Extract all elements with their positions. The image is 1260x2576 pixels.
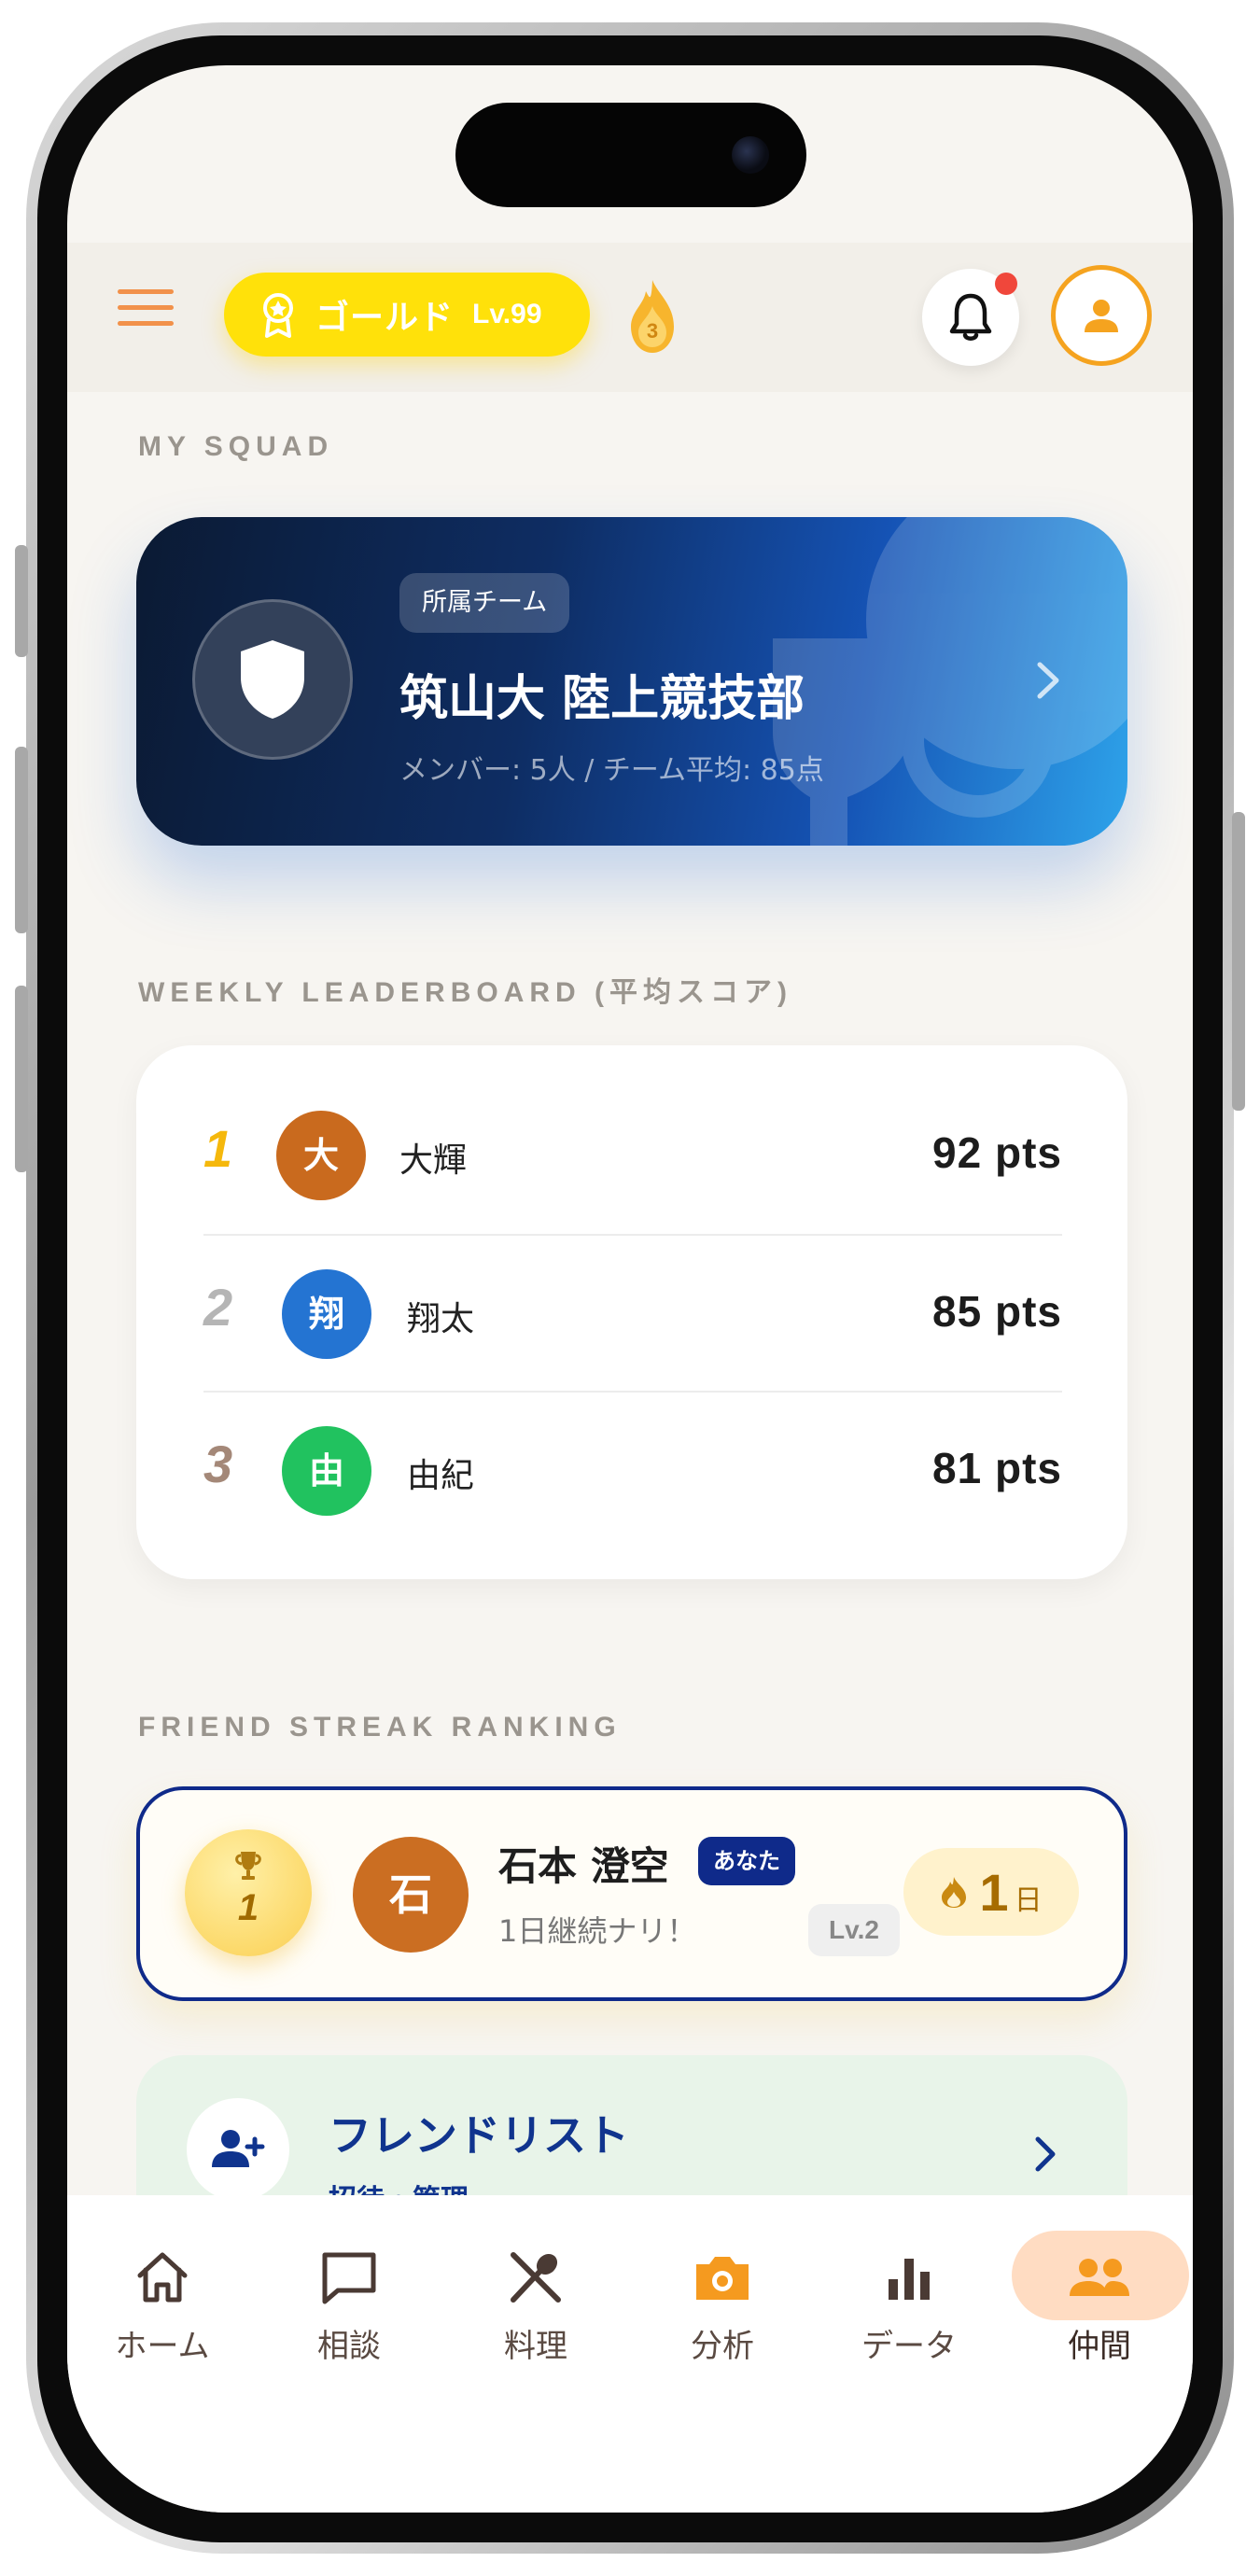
- avatar: 石: [353, 1837, 469, 1953]
- streak-rank: 1: [237, 1887, 259, 1928]
- user-name: 石本 澄空: [498, 1843, 669, 1889]
- streak-section-label: FRIEND STREAK RANKING: [138, 1712, 622, 1743]
- profile-button[interactable]: [1051, 265, 1152, 366]
- leaderboard-rank: 1: [203, 1119, 233, 1178]
- notification-button[interactable]: [922, 269, 1019, 366]
- camera-icon: [696, 2257, 749, 2300]
- notification-dot: [995, 273, 1017, 295]
- nav-item-home[interactable]: ホーム: [78, 2249, 246, 2399]
- rank-level: Lv.99: [472, 299, 542, 329]
- streak-unit: 日: [1014, 1884, 1043, 1917]
- nav-item-analysis[interactable]: 分析: [638, 2249, 806, 2399]
- leaderboard-card: 1 大 大輝 92 pts 2 翔 翔太 85 pts 3 由 由紀 81 pt…: [136, 1045, 1127, 1579]
- leaderboard-row[interactable]: 2 翔 翔太 85 pts: [203, 1234, 1062, 1391]
- nav-label: ホーム: [115, 2328, 210, 2365]
- bottom-nav: ホーム 相談 料理 分析 データ 仲間: [67, 2195, 1193, 2513]
- chat-icon: [322, 2252, 376, 2304]
- menu-icon[interactable]: [118, 289, 174, 330]
- power-button: [1232, 812, 1245, 1111]
- leaderboard-section-label: WEEKLY LEADERBOARD (平均スコア): [138, 977, 793, 1008]
- leaderboard-rank: 2: [203, 1278, 233, 1337]
- volume-down-button: [15, 986, 28, 1172]
- front-camera: [732, 136, 769, 174]
- avatar: 由: [282, 1426, 371, 1516]
- flame-icon: [942, 1877, 967, 1908]
- leaderboard-name: 翔太: [407, 1300, 475, 1338]
- action-button: [15, 545, 28, 657]
- app-header: ゴールド Lv.99 3: [67, 243, 1193, 392]
- leaderboard-rank: 3: [203, 1435, 233, 1493]
- nav-label: 仲間: [1068, 2328, 1131, 2365]
- streak-count: 3: [646, 319, 659, 343]
- nav-item-consult[interactable]: 相談: [265, 2249, 433, 2399]
- shield-icon: [241, 640, 304, 719]
- leaderboard-name: 由紀: [407, 1457, 475, 1495]
- rank-name: ゴールド: [315, 298, 455, 336]
- nav-label: 相談: [317, 2328, 381, 2365]
- people-icon: [1070, 2259, 1129, 2296]
- squad-card[interactable]: 所属チーム 筑山大 陸上競技部 メンバー: 5人 / チーム平均: 85点: [136, 517, 1127, 846]
- utensils-icon: [511, 2252, 561, 2303]
- streak-card[interactable]: 1 石 石本 澄空 あなた 1日継続ナリ！ Lv.2 1 日: [136, 1786, 1127, 2001]
- level-badge: Lv.2: [808, 1904, 900, 1956]
- team-emblem: [192, 599, 353, 760]
- bar-chart-icon: [889, 2259, 930, 2300]
- nav-label: 料理: [504, 2328, 567, 2365]
- app-screen: ゴールド Lv.99 3 MY SQUAD 所属チーム 筑山大 陸上競技部 メン…: [67, 65, 1193, 2513]
- team-name: 筑山大 陸上競技部: [399, 671, 805, 727]
- team-meta: メンバー: 5人 / チーム平均: 85点: [399, 754, 824, 787]
- streak-days-pill: 1 日: [903, 1848, 1079, 1936]
- leaderboard-score: 85 pts: [932, 1287, 1062, 1336]
- you-badge: あなた: [698, 1837, 795, 1885]
- friend-list-title: フレンドリスト: [329, 2110, 629, 2161]
- user-icon: [1085, 300, 1118, 332]
- leaderboard-score: 81 pts: [932, 1444, 1062, 1492]
- leaderboard-name: 大輝: [399, 1141, 468, 1180]
- nav-item-data[interactable]: データ: [825, 2249, 993, 2399]
- avatar: 翔: [282, 1269, 371, 1359]
- nav-label: データ: [861, 2328, 957, 2365]
- nav-item-cooking[interactable]: 料理: [452, 2249, 620, 2399]
- rank-trophy-badge: 1: [185, 1829, 312, 1956]
- nav-item-friends[interactable]: 仲間: [1015, 2249, 1183, 2399]
- chevron-right-icon: [1037, 662, 1059, 699]
- home-icon: [137, 2252, 188, 2303]
- chevron-right-icon: [1035, 2136, 1056, 2172]
- streak-subtitle: 1日継続ナリ！: [498, 1913, 697, 1949]
- medal-icon: [263, 293, 293, 338]
- squad-section-label: MY SQUAD: [138, 431, 334, 462]
- leaderboard-row[interactable]: 3 由 由紀 81 pts: [203, 1391, 1062, 1547]
- avatar: 大: [276, 1111, 366, 1200]
- volume-up-button: [15, 747, 28, 933]
- team-tag: 所属チーム: [399, 573, 570, 633]
- nav-label: 分析: [691, 2328, 754, 2365]
- add-friend-icon: [187, 2098, 289, 2201]
- bell-icon: [949, 293, 992, 341]
- rank-badge[interactable]: ゴールド Lv.99: [224, 273, 590, 357]
- dynamic-island: [455, 103, 806, 207]
- streak-days: 1: [979, 1862, 1009, 1922]
- leaderboard-score: 92 pts: [932, 1128, 1062, 1177]
- streak-flame-icon[interactable]: 3: [627, 278, 678, 355]
- leaderboard-row[interactable]: 1 大 大輝 92 pts: [203, 1077, 1062, 1234]
- trophy-icon: [235, 1852, 261, 1880]
